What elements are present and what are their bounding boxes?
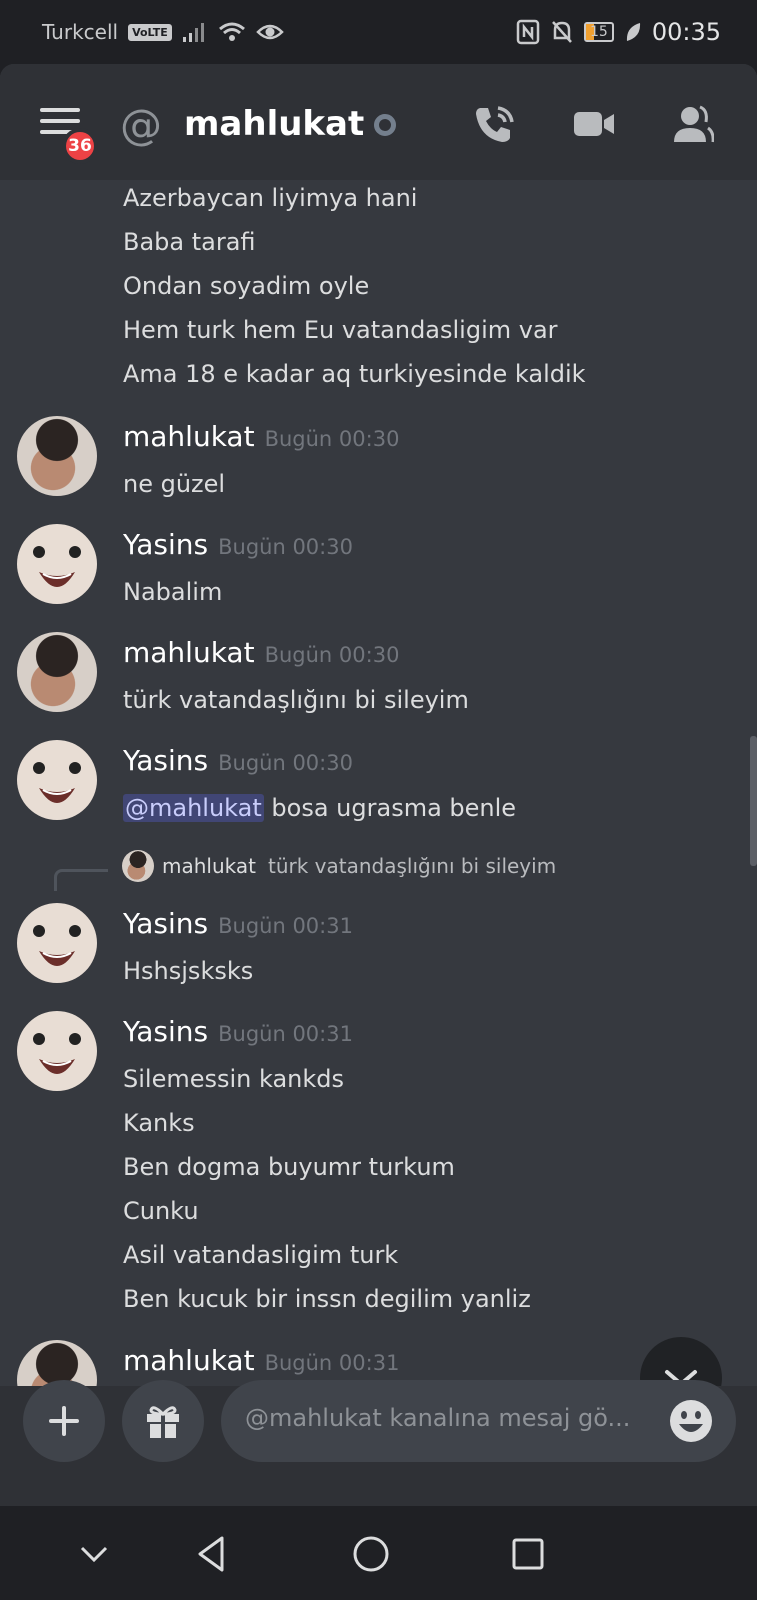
author-name[interactable]: mahlukat: [123, 420, 255, 453]
hide-keyboard-icon[interactable]: [74, 1534, 114, 1574]
message-list[interactable]: Azerbaycan liyimya hani Baba tarafi Onda…: [0, 180, 757, 1386]
ostrich-face-icon: [33, 925, 81, 966]
message-line: Ben kucuk bir inssn degilim yanliz: [123, 1285, 531, 1313]
author-name[interactable]: Yasins: [123, 907, 208, 940]
message-line: Ondan soyadim oyle: [123, 272, 370, 300]
message-line: Ama 18 e kadar aq turkiyesinde kaldik: [123, 360, 586, 388]
message-header: mahlukat Bugün 00:30: [123, 420, 399, 453]
offline-status-icon: [374, 114, 396, 136]
reply-avatar: [122, 850, 154, 882]
gift-button[interactable]: [122, 1380, 204, 1462]
add-attachment-button[interactable]: [23, 1380, 105, 1462]
avatar-yasins[interactable]: [17, 524, 97, 604]
ostrich-face-icon: [33, 546, 81, 587]
message-line: Ben dogma buyumr turkum: [123, 1153, 455, 1181]
message-line: Hem turk hem Eu vatandasligim var: [123, 316, 558, 344]
message-time: Bugün 00:30: [264, 643, 400, 667]
message-line: Nabalim: [123, 578, 223, 606]
leaf-icon: [626, 23, 640, 41]
avatar-yasins[interactable]: [17, 903, 97, 983]
members-icon[interactable]: [670, 102, 714, 146]
avatar-mahlukat[interactable]: [17, 1340, 97, 1386]
author-name[interactable]: Yasins: [123, 528, 208, 561]
reply-preview[interactable]: mahlukat türk vatandaşlığını bi sileyim: [122, 850, 556, 882]
author-name[interactable]: Yasins: [123, 744, 208, 777]
message-time: Bugün 00:31: [218, 1022, 353, 1046]
status-left: Turkcell VoLTE: [42, 20, 284, 44]
message-header: Yasins Bugün 00:31: [123, 1015, 353, 1048]
message-line: Kanks: [123, 1109, 195, 1137]
message-time: Bugün 00:30: [264, 427, 400, 451]
message-input-placeholder: @mahlukat kanalına mesaj gö...: [245, 1404, 631, 1432]
message-line: ne güzel: [123, 470, 226, 498]
message-header: mahlukat Bugün 00:31: [123, 1344, 399, 1377]
message-time: Bugün 00:30: [218, 751, 353, 775]
reply-text: türk vatandaşlığını bi sileyim: [267, 854, 557, 878]
avatar-mahlukat[interactable]: [17, 416, 97, 496]
message-time: Bugün 00:31: [218, 914, 353, 938]
user-mention[interactable]: @mahlukat: [123, 794, 264, 822]
carrier-label: Turkcell: [42, 20, 119, 44]
notification-badge: 36: [62, 128, 98, 164]
hamburger-bar: [40, 119, 80, 123]
message-line: türk vatandaşlığını bi sileyim: [123, 686, 469, 714]
avatar-mahlukat[interactable]: [17, 632, 97, 712]
battery-level: 15: [590, 24, 608, 40]
signal-icon: [182, 23, 204, 42]
message-input[interactable]: @mahlukat kanalına mesaj gö...: [221, 1380, 736, 1462]
message-text: bosa ugrasma benle: [263, 794, 517, 822]
channel-title: mahlukat: [184, 104, 365, 144]
avatar-yasins[interactable]: [17, 1011, 97, 1091]
home-icon[interactable]: [351, 1534, 391, 1574]
message-header: Yasins Bugün 00:30: [123, 528, 353, 561]
ostrich-face-icon: [33, 1033, 81, 1074]
voice-call-icon[interactable]: [472, 102, 516, 146]
battery-icon: 15: [584, 22, 614, 42]
gift-icon: [147, 1406, 179, 1438]
channel-header: 36 @ mahlukat: [0, 64, 757, 180]
chat-app: 36 @ mahlukat Azerbaycan liyimya hani Ba…: [0, 64, 757, 1506]
reply-connector: [54, 869, 108, 891]
author-name[interactable]: mahlukat: [123, 636, 255, 669]
video-call-icon[interactable]: [572, 102, 616, 146]
ostrich-face-icon: [33, 762, 81, 803]
message-line: Azerbaycan liyimya hani: [123, 184, 418, 212]
at-icon: @: [120, 100, 162, 149]
message-time: Bugün 00:31: [264, 1351, 400, 1375]
avatar-yasins[interactable]: [17, 740, 97, 820]
hamburger-icon: [40, 108, 80, 112]
status-right: 15 00:35: [516, 18, 721, 46]
scrollbar[interactable]: [750, 736, 757, 866]
nfc-icon: [516, 19, 540, 45]
author-name[interactable]: mahlukat: [123, 1344, 255, 1377]
message-header: Yasins Bugün 00:31: [123, 907, 353, 940]
status-bar: Turkcell VoLTE 15 00:35: [0, 0, 757, 64]
message-line: Asil vatandasligim turk: [123, 1241, 399, 1269]
message-line: Cunku: [123, 1197, 199, 1225]
recents-icon[interactable]: [508, 1534, 548, 1574]
wifi-icon: [218, 22, 245, 41]
back-icon[interactable]: [192, 1534, 232, 1574]
emoji-icon[interactable]: [668, 1398, 714, 1444]
message-line: Silemessin kankds: [123, 1065, 345, 1093]
volte-badge: VoLTE: [128, 23, 172, 41]
clock: 00:35: [651, 18, 721, 46]
message-header: Yasins Bugün 00:30: [123, 744, 353, 777]
eye-icon: [255, 24, 284, 40]
message-time: Bugün 00:30: [218, 535, 353, 559]
message-line: Hshsjsksks: [123, 957, 254, 985]
reply-author: mahlukat: [162, 854, 256, 878]
message-header: mahlukat Bugün 00:30: [123, 636, 399, 669]
message-line: @mahlukat bosa ugrasma benle: [123, 794, 516, 822]
system-nav-bar: [0, 1506, 757, 1600]
mute-bell-icon: [552, 21, 572, 43]
message-line: Baba tarafi: [123, 228, 256, 256]
author-name[interactable]: Yasins: [123, 1015, 208, 1048]
plus-icon: [49, 1406, 79, 1436]
